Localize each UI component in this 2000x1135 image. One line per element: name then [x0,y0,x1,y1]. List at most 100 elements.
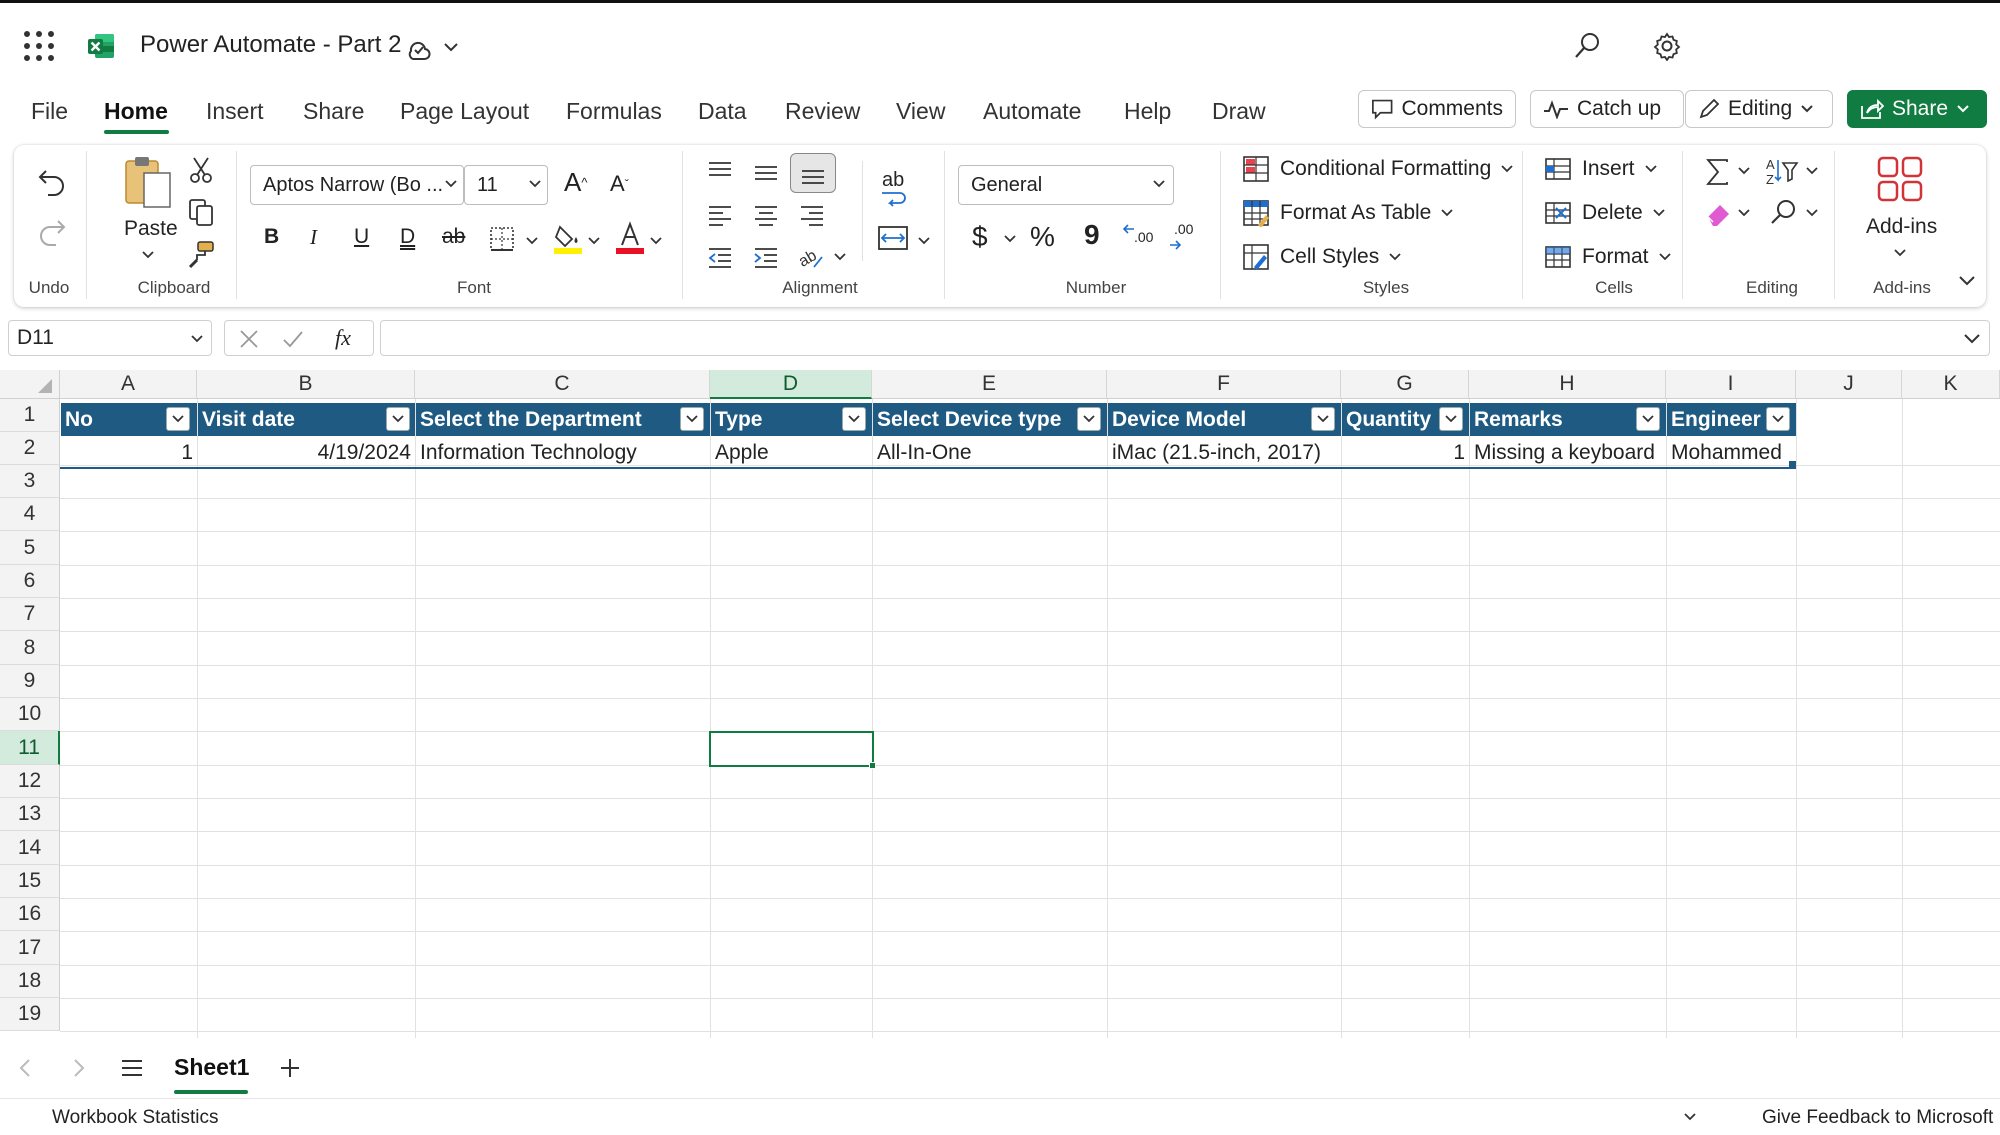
add-ins-button[interactable]: Add-ins [1850,155,1948,267]
cell-f2[interactable]: iMac (21.5-inch, 2017) [1108,436,1341,469]
row-header[interactable]: 14 [0,831,60,865]
column-header-b[interactable]: B [197,370,415,399]
active-cell-d11[interactable] [709,731,874,767]
decrease-indent-icon[interactable] [706,243,734,271]
align-bottom-button[interactable] [790,153,836,193]
currency-chevron-down-icon[interactable] [1004,235,1016,243]
confirm-edit-icon[interactable] [281,327,305,351]
increase-decimal-button[interactable]: .00 [1122,221,1162,255]
table-header-device-type[interactable]: Select Device type [873,403,1107,436]
column-header-d[interactable]: D [710,370,872,399]
fill-handle[interactable] [869,762,876,769]
cut-icon[interactable] [186,155,216,185]
orientation-icon[interactable]: ab [796,241,826,271]
row-header[interactable]: 5 [0,531,60,565]
align-middle-icon[interactable] [752,159,780,187]
row-header[interactable]: 12 [0,765,60,798]
row-header[interactable]: 16 [0,898,60,931]
column-header-e[interactable]: E [872,370,1107,399]
filter-dropdown-icon[interactable] [680,407,704,431]
ribbon-expand-chevron-icon[interactable] [1958,275,1976,287]
borders-chevron-down-icon[interactable] [526,237,538,245]
clear-eraser-icon[interactable] [1704,199,1734,229]
autosave-icon[interactable] [405,33,433,61]
tab-help[interactable]: Help [1124,98,1171,125]
undo-icon[interactable] [36,167,68,199]
redo-icon[interactable] [36,217,68,249]
fill-color-icon[interactable] [552,221,584,255]
row-header[interactable]: 13 [0,798,60,831]
row-header[interactable]: 6 [0,565,60,598]
number-format-dropdown[interactable]: General [958,165,1174,205]
row-header[interactable]: 9 [0,665,60,698]
clear-chevron-down-icon[interactable] [1738,209,1750,217]
column-header-g[interactable]: G [1341,370,1469,399]
column-header-a[interactable]: A [60,370,197,399]
decrease-font-size-icon[interactable]: Aˇ [610,171,629,197]
align-top-icon[interactable] [706,159,734,187]
table-header-department[interactable]: Select the Department [416,403,710,436]
filter-dropdown-icon[interactable] [1439,407,1463,431]
scroll-sheets-left-icon[interactable] [18,1058,32,1078]
formula-expand-chevron-icon[interactable] [1963,333,1981,345]
cell-h2[interactable]: Missing a keyboard [1470,436,1666,469]
delete-cells-button[interactable]: Delete [1544,199,1665,227]
row-header[interactable]: 2 [0,432,60,465]
cell-d2[interactable]: Apple [711,436,872,469]
tab-share[interactable]: Share [303,98,364,125]
merge-center-icon[interactable] [876,223,910,253]
sort-chevron-down-icon[interactable] [1806,167,1818,175]
fill-color-chevron-down-icon[interactable] [588,237,600,245]
row-header[interactable]: 4 [0,498,60,531]
row-header[interactable]: 8 [0,631,60,665]
align-center-icon[interactable] [752,201,780,229]
find-chevron-down-icon[interactable] [1806,209,1818,217]
share-button[interactable]: Share [1847,90,1987,128]
column-header-c[interactable]: C [415,370,710,399]
cell-a2[interactable]: 1 [61,436,197,469]
workbook-statistics-link[interactable]: Workbook Statistics [52,1107,218,1129]
cell-styles-button[interactable]: Cell Styles [1242,243,1401,271]
format-painter-icon[interactable] [186,239,216,269]
column-header-h[interactable]: H [1469,370,1666,399]
row-header-selected[interactable]: 11 [0,731,60,765]
underline-button[interactable]: U [354,225,369,249]
settings-gear-icon[interactable] [1652,31,1682,61]
spreadsheet-grid[interactable]: A B C D E F G H I J K 1 2 3 4 5 6 7 8 9 … [0,370,2000,1038]
sheet-tab-sheet1[interactable]: Sheet1 [174,1054,249,1081]
add-sheet-icon[interactable] [278,1056,302,1080]
select-all-corner[interactable] [0,370,60,399]
all-sheets-menu-icon[interactable] [120,1058,144,1078]
row-header[interactable]: 7 [0,598,60,631]
wrap-text-button[interactable]: ab [880,169,914,209]
cell-g2[interactable]: 1 [1342,436,1469,469]
autosum-icon[interactable] [1704,157,1732,187]
filter-dropdown-icon[interactable] [166,407,190,431]
row-header[interactable]: 19 [0,998,60,1031]
name-box[interactable]: D11 [8,320,212,356]
catch-up-button[interactable]: Catch up [1530,90,1684,128]
align-left-icon[interactable] [706,201,734,229]
increase-indent-icon[interactable] [752,243,780,271]
autosum-chevron-down-icon[interactable] [1738,167,1750,175]
bold-button[interactable]: B [264,225,279,249]
status-chevron-down-icon[interactable] [1684,1113,1696,1121]
row-header[interactable]: 1 [0,399,60,432]
row-header[interactable]: 10 [0,698,60,731]
formula-input[interactable] [380,320,1990,356]
cancel-edit-icon[interactable] [237,327,261,351]
font-size-dropdown[interactable]: 11 [464,165,548,205]
decrease-decimal-button[interactable]: .00 [1168,221,1208,255]
cell-i2[interactable]: Mohammed [1667,436,1796,469]
row-header[interactable]: 18 [0,965,60,998]
filter-dropdown-icon[interactable] [1077,407,1101,431]
double-underline-button[interactable]: D [400,225,415,249]
tab-draw[interactable]: Draw [1212,98,1266,125]
copy-icon[interactable] [186,197,216,227]
increase-font-size-icon[interactable]: A ^ [564,167,587,198]
tab-home[interactable]: Home [104,98,168,125]
strikethrough-button[interactable]: ab [442,225,465,249]
title-chevron-down-icon[interactable] [443,41,459,53]
table-header-device-model[interactable]: Device Model [1108,403,1341,436]
italic-button[interactable]: I [310,225,317,250]
